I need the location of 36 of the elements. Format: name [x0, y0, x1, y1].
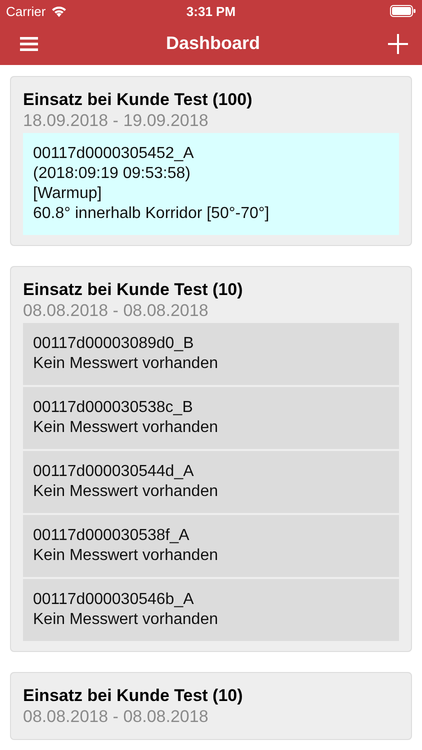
sensor-text: 00117d0000305452_A: [33, 144, 195, 164]
sensor-item[interactable]: 00117d000030538c_B Kein Messwert vorhanden: [23, 387, 399, 449]
sensor-text: 00117d000030544d_A: [33, 462, 195, 482]
sensor-text: 60.8° innerhalb Korridor [50°-70°]: [33, 204, 270, 224]
sensor-text: 00117d00003089d0_B: [33, 334, 195, 354]
sensor-item[interactable]: 00117d0000305452_A (2018:09:19 09:53:58) [Warmup] 60.8° innerhalb Korridor [50°-70°]: [23, 133, 399, 235]
card-title: Einsatz bei Kunde Test (10): [23, 685, 244, 706]
clock-time: 3:31 PM: [186, 4, 236, 18]
sensor-text: (2018:09:19 09:53:58): [33, 164, 192, 184]
sensor-text: 00117d000030546b_A: [33, 590, 195, 610]
sensor-text: [Warmup]: [33, 184, 103, 204]
card-title: Einsatz bei Kunde Test (100): [23, 89, 254, 110]
sensor-item[interactable]: 00117d000030544d_A Kein Messwert vorhanden: [23, 451, 399, 513]
battery-icon: [390, 5, 416, 17]
sensor-item[interactable]: 00117d00003089d0_B Kein Messwert vorhanden: [23, 323, 399, 385]
add-button[interactable]: [388, 34, 408, 54]
assignment-card[interactable]: [10, 266, 412, 652]
sensor-text: Kein Messwert vorhanden: [33, 546, 219, 566]
sensor-text: 00117d000030538f_A: [33, 526, 190, 546]
card-title: Einsatz bei Kunde Test (10): [23, 279, 244, 300]
screen-title: Dashboard: [166, 33, 260, 54]
sensor-text: 00117d000030538c_B: [33, 398, 194, 418]
assignment-card[interactable]: Einsatz bei Kunde Test (100) 18.09.2018 - 19.09.2018 00117d0000305452_A (2018:09:19 09:53:58) [Warmup] 60.8° innerhalb Korridor [50°-70°]: [10, 76, 412, 246]
menu-button[interactable]: [20, 36, 38, 50]
carrier-label: Carrier: [6, 4, 46, 18]
date-range: 08.08.2018 - 08.08.2018: [23, 706, 210, 727]
date-range: 18.09.2018 - 19.09.2018: [23, 110, 210, 131]
sensor-item[interactable]: 00117d000030546b_A Kein Messwert vorhanden: [23, 579, 399, 641]
wifi-icon: [50, 5, 67, 17]
sensor-text: Kein Messwert vorhanden: [33, 610, 219, 630]
sensor-text: Kein Messwert vorhanden: [33, 354, 219, 374]
sensor-text: Kein Messwert vorhanden: [33, 482, 219, 502]
sensor-text: Kein Messwert vorhanden: [33, 418, 219, 438]
date-range: 08.08.2018 - 08.08.2018: [23, 300, 210, 321]
sensor-item[interactable]: 00117d000030538f_A Kein Messwert vorhanden: [23, 515, 399, 577]
assignment-card[interactable]: Einsatz bei Kunde Test (10) 08.08.2018 - 08.08.2018: [10, 672, 412, 740]
